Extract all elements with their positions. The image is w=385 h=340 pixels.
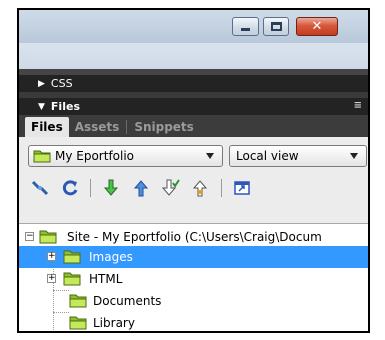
tree-item-label: Documents: [93, 294, 162, 308]
site-select[interactable]: My Eportfolio: [28, 145, 223, 167]
view-select[interactable]: Local view: [229, 145, 367, 167]
css-panel-title: CSS: [50, 77, 73, 90]
tab-snippets[interactable]: Snippets: [128, 117, 200, 137]
tab-separator: [126, 120, 128, 134]
view-select-value: Local view: [236, 149, 299, 163]
chevron-down-icon: [206, 153, 214, 159]
put-files-icon: [133, 180, 149, 197]
expand-panel-button[interactable]: [230, 178, 254, 198]
tree-item-html[interactable]: + HTML: [19, 268, 368, 290]
close-button[interactable]: ✕: [296, 17, 338, 36]
tree-root-label: Site - My Eportfolio (C:\Users\Craig\Doc…: [67, 230, 322, 244]
tree-item-label: Library: [93, 316, 135, 330]
files-toolbar: [28, 177, 260, 199]
folder-icon: [69, 316, 87, 330]
minimize-button[interactable]: [232, 17, 259, 36]
files-panel-window: ✕ ▶ CSS ▼ Files ≡ Files Assets Snippets …: [17, 8, 370, 333]
window-band: [19, 43, 368, 69]
expanded-triangle-icon: ▼: [38, 101, 45, 112]
folder-icon: [69, 294, 87, 308]
folder-icon: [63, 272, 81, 286]
files-toolbar-area: My Eportfolio Local view: [19, 137, 368, 223]
check-out-icon: [162, 179, 180, 196]
tree-item-library[interactable]: Library: [19, 312, 368, 331]
file-tree: − Site - My Eportfolio (C:\Users\Craig\D…: [19, 223, 368, 331]
tree-item-label: HTML: [89, 272, 123, 286]
window-titlebar: ✕: [19, 10, 368, 43]
toolbar-separator: [90, 179, 91, 197]
tree-item-images[interactable]: + Images: [19, 246, 368, 268]
tab-files[interactable]: Files: [25, 117, 69, 137]
expand-icon[interactable]: +: [47, 252, 56, 261]
get-files-icon: [103, 179, 119, 196]
site-folder-icon: [33, 150, 51, 163]
close-icon: ✕: [311, 19, 323, 34]
panel-options-icon[interactable]: ≡: [354, 100, 362, 111]
folder-icon: [63, 250, 81, 264]
tab-assets[interactable]: Assets: [69, 117, 126, 137]
check-out-button[interactable]: [159, 178, 183, 198]
restore-button[interactable]: [263, 17, 289, 36]
expand-icon[interactable]: +: [47, 274, 56, 283]
refresh-icon: [62, 180, 78, 196]
tree-root-row[interactable]: − Site - My Eportfolio (C:\Users\Craig\D…: [19, 226, 368, 248]
files-panel-title: Files: [50, 100, 80, 113]
site-folder-icon: [39, 230, 57, 244]
site-select-value: My Eportfolio: [55, 149, 135, 163]
collapse-icon[interactable]: −: [25, 232, 34, 241]
tree-item-label: Images: [89, 250, 133, 264]
connect-button[interactable]: [28, 178, 52, 198]
put-files-button[interactable]: [129, 178, 153, 198]
tree-item-documents[interactable]: Documents: [19, 290, 368, 312]
check-in-icon: [192, 180, 208, 197]
panel-tabs: Files Assets Snippets: [19, 115, 368, 137]
refresh-button[interactable]: [58, 178, 82, 198]
toolbar-separator: [221, 179, 222, 197]
chevron-down-icon: [350, 153, 358, 159]
minimize-icon: [241, 28, 250, 31]
files-panel-header[interactable]: ▼ Files ≡: [19, 98, 368, 115]
get-files-button[interactable]: [99, 178, 123, 198]
restore-icon: [270, 22, 282, 31]
collapsed-triangle-icon: ▶: [38, 78, 45, 89]
css-panel-header[interactable]: ▶ CSS: [19, 75, 368, 92]
connect-icon: [31, 180, 49, 196]
expand-panel-icon: [234, 181, 250, 195]
check-in-button[interactable]: [189, 178, 213, 198]
